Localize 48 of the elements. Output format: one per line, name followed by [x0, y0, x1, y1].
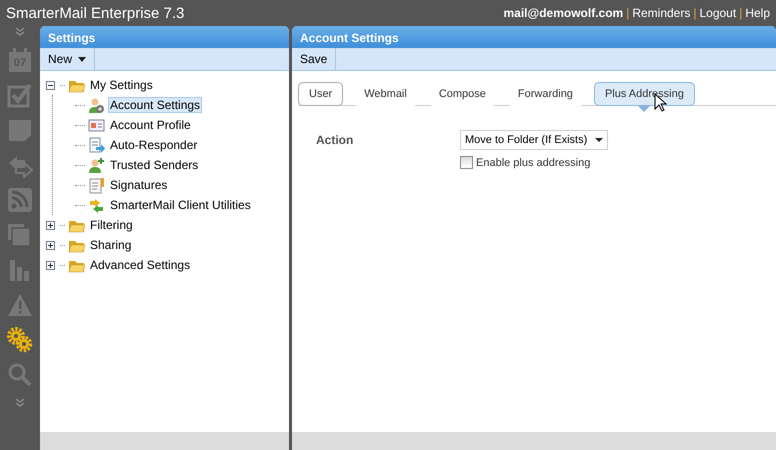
separator: |	[739, 6, 742, 20]
tree-item[interactable]: Trusted Senders	[108, 157, 200, 173]
note-icon[interactable]	[7, 117, 33, 143]
separator: |	[626, 6, 630, 20]
tree-item[interactable]: My Settings	[88, 77, 155, 93]
rss-icon[interactable]	[7, 187, 33, 213]
document-icon	[88, 176, 105, 194]
document-arrow-icon	[88, 136, 105, 154]
tab[interactable]: Plus Addressing	[594, 82, 695, 106]
tree-item[interactable]: Account Profile	[108, 117, 193, 133]
arrows-icon	[88, 196, 105, 214]
warning-icon[interactable]	[7, 292, 33, 318]
tree-item[interactable]: Auto-Responder	[108, 137, 200, 153]
tab[interactable]: User	[298, 82, 344, 106]
tree-item[interactable]: Account Settings	[108, 97, 202, 113]
app-title: SmarterMail Enterprise 7.3	[6, 4, 184, 22]
checkbox[interactable]	[460, 156, 473, 169]
user-plus-icon	[88, 156, 105, 174]
chevron-icon	[14, 397, 26, 409]
collapse-icon[interactable]	[46, 80, 55, 90]
expand-icon[interactable]	[46, 260, 55, 270]
panel-title: Settings	[48, 30, 96, 45]
tree-item[interactable]: Sharing	[88, 237, 134, 253]
header-link[interactable]: Help	[745, 6, 770, 20]
tree-item[interactable]: SmarterMail Client Utilities	[108, 197, 253, 213]
panel-title: Account Settings	[300, 30, 399, 45]
settings-icon[interactable]	[7, 327, 33, 353]
action-dropdown[interactable]: Move to Folder (If Exists)	[460, 130, 608, 150]
user-email: mail@demowolf.com	[503, 6, 624, 20]
tree-item[interactable]: Filtering	[88, 217, 135, 233]
search-icon[interactable]	[7, 362, 33, 388]
field-label: Action	[316, 133, 354, 147]
checkbox-label: Enable plus addressing	[476, 156, 590, 168]
caret-icon	[595, 138, 604, 142]
checkbox-icon[interactable]	[7, 82, 33, 108]
chevron-icon	[14, 26, 26, 38]
save-button[interactable]: Save	[292, 48, 336, 70]
tree-item[interactable]: Signatures	[108, 177, 170, 193]
user-gear-icon	[88, 96, 105, 114]
expand-icon[interactable]	[46, 240, 55, 250]
header-link[interactable]: Reminders	[632, 6, 690, 20]
id-card-icon	[88, 116, 105, 134]
caret-icon	[78, 56, 86, 62]
separator: |	[693, 6, 696, 20]
expand-icon[interactable]	[46, 220, 55, 230]
tree-item[interactable]: Advanced Settings	[88, 257, 192, 273]
calendar-icon[interactable]	[7, 47, 33, 73]
header-link[interactable]: Logout	[699, 6, 736, 20]
